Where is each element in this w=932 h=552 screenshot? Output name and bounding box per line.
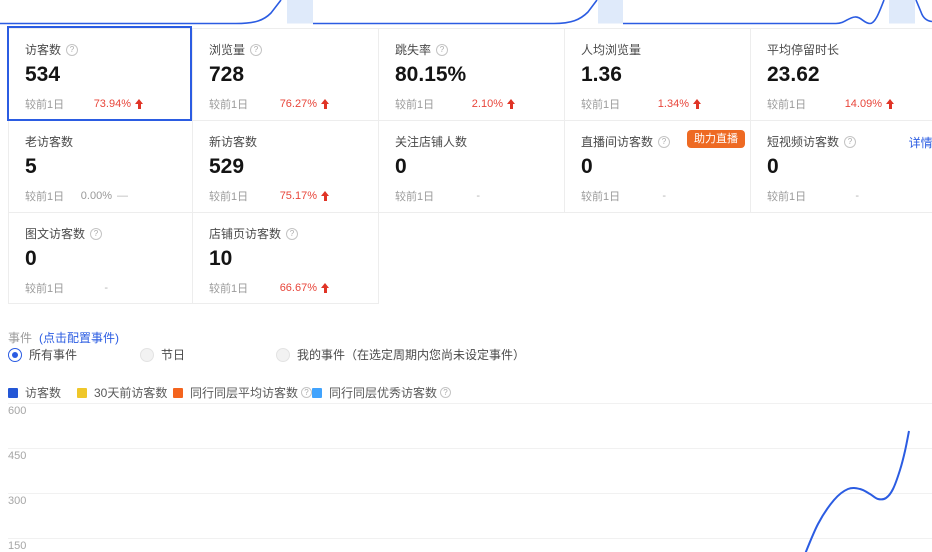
visitors-line <box>803 431 909 552</box>
visitors-trend-chart[interactable] <box>0 0 932 552</box>
analytics-dashboard: 访客数 534 较前1日 73.94% 浏览量 728 较前1日 76.27% … <box>0 0 932 552</box>
